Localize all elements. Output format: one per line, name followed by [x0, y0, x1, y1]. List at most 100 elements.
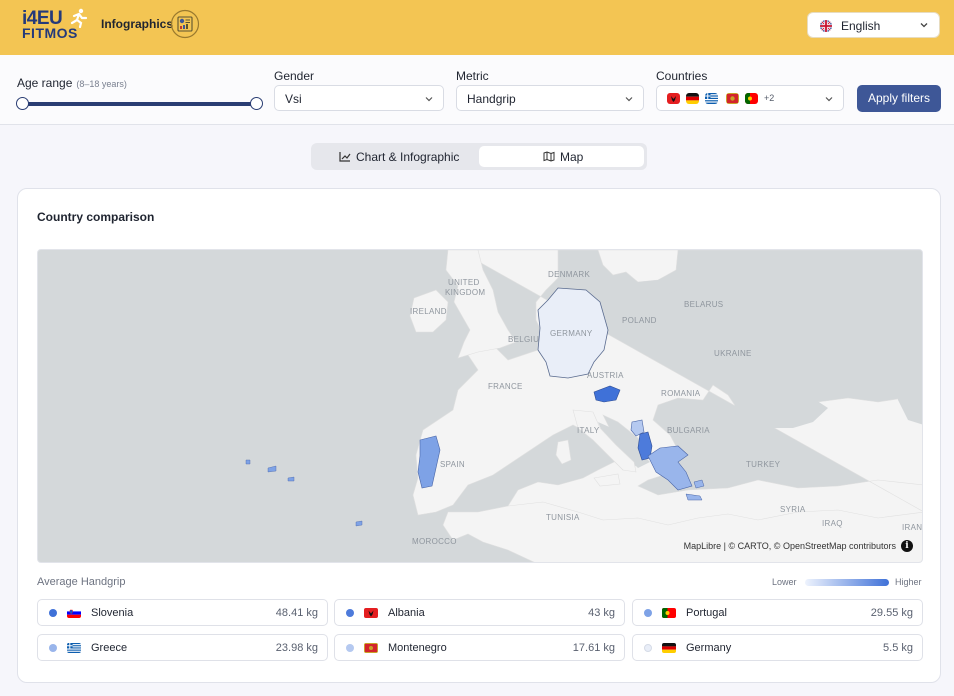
tab-label: Chart & Infographic	[356, 150, 460, 164]
map-label-romania: ROMANIA	[661, 389, 701, 398]
country-comparison-card: Country comparison DENMARK UNITED KINGDO…	[17, 188, 941, 683]
logo-line2: FITMOS	[22, 25, 78, 41]
country-name: Greece	[91, 642, 128, 654]
age-range-track[interactable]	[22, 102, 256, 106]
more-countries-count: +2	[764, 93, 775, 103]
country-tile-portugal[interactable]: Portugal 29.55 kg	[632, 599, 923, 626]
portugal-flag-icon	[745, 93, 758, 104]
color-dot	[346, 644, 354, 652]
color-dot	[644, 644, 652, 652]
portugal-flag-icon	[662, 608, 676, 618]
country-tile-montenegro[interactable]: Montenegro 17.61 kg	[334, 634, 625, 661]
map-label-morocco: MOROCCO	[412, 537, 457, 546]
map-label-spain: SPAIN	[440, 460, 465, 469]
country-value: 29.55 kg	[870, 607, 913, 619]
country-tile-albania[interactable]: Albania 43 kg	[334, 599, 625, 626]
map-icon	[543, 151, 555, 162]
countries-label: Countries	[656, 69, 708, 83]
country-tile-slovenia[interactable]: Slovenia 48.41 kg	[37, 599, 328, 626]
greece-flag-icon	[67, 643, 81, 653]
metric-value: Handgrip	[467, 92, 516, 106]
uk-flag-icon	[820, 20, 832, 32]
country-value: 48.41 kg	[275, 607, 318, 619]
map-label-poland: POLAND	[622, 316, 657, 325]
legend-gradient	[805, 579, 889, 586]
app-header: i4EU FITMOS Infographics English	[0, 0, 954, 55]
map-label-uk2: KINGDOM	[445, 288, 485, 297]
chevron-down-icon	[425, 97, 433, 102]
gender-label: Gender	[274, 69, 315, 83]
map-label-ireland: IRELAND	[410, 307, 447, 316]
gender-value: Vsi	[285, 92, 302, 106]
map-label-italy: ITALY	[577, 426, 600, 435]
map-label-ukraine: UKRAINE	[714, 349, 752, 358]
chevron-down-icon	[920, 23, 928, 28]
app-subtitle: Infographics	[101, 17, 174, 31]
infographic-badge-icon	[170, 9, 200, 39]
chevron-down-icon	[825, 97, 833, 102]
map-label-tunisia: TUNISIA	[546, 513, 580, 522]
country-value: 5.5 kg	[883, 642, 913, 654]
language-select[interactable]: English	[807, 12, 940, 38]
color-dot	[644, 609, 652, 617]
filter-bar: Age range (8–18 years) Gender Vsi Metric …	[0, 55, 954, 125]
country-name: Germany	[686, 642, 732, 654]
map-label-france: FRANCE	[488, 382, 523, 391]
age-max-handle[interactable]	[250, 97, 263, 110]
europe-map[interactable]: DENMARK UNITED KINGDOM IRELAND GERMANY B…	[37, 249, 923, 563]
map-canvas[interactable]: DENMARK UNITED KINGDOM IRELAND GERMANY B…	[38, 250, 923, 563]
germany-flag-icon	[686, 93, 699, 104]
map-label-iraq: IRAQ	[822, 519, 843, 528]
tab-map[interactable]: Map	[479, 146, 644, 167]
age-range-label: Age range (8–18 years)	[17, 76, 127, 90]
slovenia-flag-icon	[67, 608, 81, 618]
country-name: Portugal	[686, 607, 727, 619]
apply-filters-button[interactable]: Apply filters	[857, 85, 941, 112]
metric-select[interactable]: Handgrip	[456, 85, 644, 111]
view-toggle: Chart & Infographic Map	[311, 143, 647, 170]
color-dot	[49, 644, 57, 652]
age-range-title: Age range	[17, 76, 73, 90]
country-tile-greece[interactable]: Greece 23.98 kg	[37, 634, 328, 661]
albania-flag-icon	[667, 93, 680, 104]
albania-flag-icon	[364, 608, 378, 618]
age-range-hint: (8–18 years)	[76, 79, 127, 89]
montenegro-flag-icon	[364, 643, 378, 653]
country-name: Montenegro	[388, 642, 447, 654]
metric-label: Metric	[456, 69, 489, 83]
tab-label: Map	[560, 150, 584, 164]
info-icon[interactable]: i	[901, 540, 913, 552]
legend-lower-label: Lower	[772, 577, 797, 587]
country-value: 23.98 kg	[275, 642, 318, 654]
map-label-belgium: BELGIU	[508, 335, 539, 344]
map-label-bulgaria: BULGARIA	[667, 426, 710, 435]
map-label-denmark: DENMARK	[548, 270, 590, 279]
map-label-uk: UNITED	[448, 278, 480, 287]
legend-higher-label: Higher	[895, 577, 922, 587]
color-dot	[346, 609, 354, 617]
map-label-austria: AUSTRIA	[587, 371, 624, 380]
country-name: Slovenia	[91, 607, 134, 619]
map-label-iran: IRAN	[902, 523, 922, 532]
map-label-germany: GERMANY	[550, 329, 593, 338]
tab-chart-infographic[interactable]: Chart & Infographic	[314, 146, 477, 167]
legend-metric-label: Average Handgrip	[37, 576, 126, 588]
chart-icon	[339, 152, 351, 162]
i4eu-fitmos-logo[interactable]: i4EU FITMOS	[22, 8, 90, 41]
map-label-syria: SYRIA	[780, 505, 806, 514]
language-label: English	[841, 19, 881, 33]
countries-select[interactable]: +2	[656, 85, 844, 111]
country-value: 43 kg	[588, 607, 615, 619]
germany-flag-icon	[662, 643, 676, 653]
color-dot	[49, 609, 57, 617]
country-value: 17.61 kg	[572, 642, 615, 654]
greece-flag-icon	[705, 93, 718, 104]
age-min-handle[interactable]	[16, 97, 29, 110]
map-label-belarus: BELARUS	[684, 300, 723, 309]
map-label-turkey: TURKEY	[746, 460, 781, 469]
montenegro-flag-icon	[726, 93, 739, 104]
map-attribution[interactable]: MapLibre | © CARTO, © OpenStreetMap cont…	[684, 541, 896, 551]
card-title: Country comparison	[37, 210, 155, 224]
gender-select[interactable]: Vsi	[274, 85, 444, 111]
country-tile-germany[interactable]: Germany 5.5 kg	[632, 634, 923, 661]
